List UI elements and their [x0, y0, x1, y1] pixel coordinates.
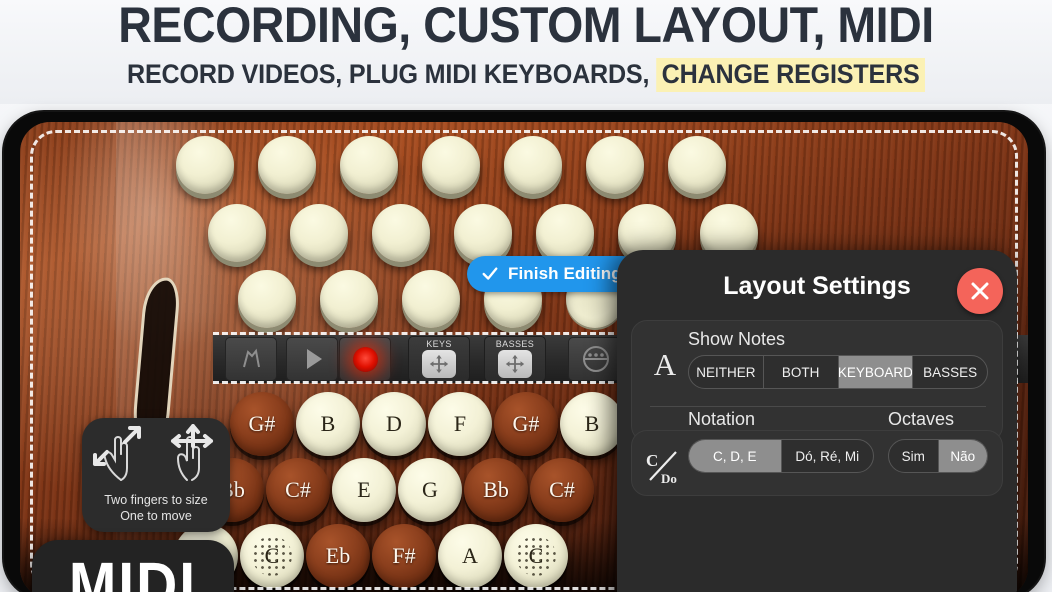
note-button-label: C# — [285, 477, 311, 502]
bass-button[interactable] — [536, 204, 594, 262]
show-notes-option-3[interactable]: BASSES — [913, 356, 987, 388]
midi-label: MIDI — [68, 549, 198, 592]
note-button-label: A — [462, 543, 478, 568]
bass-button[interactable] — [258, 136, 316, 194]
c-do-notation-icon: C Do — [642, 447, 688, 492]
octaves-option-0[interactable]: Sim — [889, 440, 939, 472]
note-button-Csharp[interactable]: C# — [530, 458, 594, 522]
bass-button[interactable] — [422, 136, 480, 194]
notation-segmented-control[interactable]: C, D, E Dó, Ré, Mi — [688, 439, 874, 473]
note-button-label: F# — [392, 543, 416, 568]
bass-button[interactable] — [586, 136, 644, 194]
show-notes-label: Show Notes — [688, 329, 786, 349]
note-button-B[interactable]: B — [560, 392, 624, 456]
finish-editing-label: Finish Editing — [508, 264, 622, 283]
layout-settings-dialog: Layout Settings A Show Notes NEITHER BOTH… — [617, 250, 1017, 592]
note-button-label: C — [528, 543, 544, 568]
note-button-label: G# — [248, 411, 276, 436]
card-divider — [650, 406, 986, 407]
one-finger-to-move-icon — [171, 424, 213, 481]
show-notes-option-0[interactable]: NEITHER — [689, 356, 764, 388]
show-notes-option-2[interactable]: KEYBOARD — [838, 356, 914, 388]
subtitle-wrap: RECORD VIDEOS, PLUG MIDI KEYBOARDS, CHAN… — [0, 58, 1052, 92]
gesture-hint-card: Two fingers to size One to move — [82, 418, 230, 532]
page-subtitle: RECORD VIDEOS, PLUG MIDI KEYBOARDS, CHAN… — [126, 58, 926, 92]
note-button-label: D — [386, 411, 402, 436]
note-button-Gsharp[interactable]: G# — [230, 392, 294, 456]
bass-button[interactable] — [454, 204, 512, 262]
note-button-D[interactable]: D — [362, 392, 426, 456]
note-button-Eb[interactable]: Eb — [306, 524, 370, 588]
letter-a-icon: A — [653, 347, 677, 382]
octaves-option-1[interactable]: Não — [938, 440, 987, 472]
marketing-header: RECORDING, CUSTOM LAYOUT, MIDI RECORD VI… — [0, 0, 1052, 104]
bass-button[interactable] — [208, 204, 266, 262]
note-button-F[interactable]: F — [428, 392, 492, 456]
notation-option-0[interactable]: C, D, E — [689, 440, 782, 472]
show-notes-option-1[interactable]: BOTH — [764, 356, 839, 388]
finish-editing-button[interactable]: Finish Editing — [467, 256, 640, 292]
note-button-label: Bb — [483, 477, 509, 502]
phone-frame: KEYS BASSES G# B D F G# B Bb C# E G Bb C… — [4, 112, 1044, 592]
note-button-label: Eb — [325, 543, 351, 568]
note-button-label: G — [422, 477, 438, 502]
note-button-label: G# — [512, 411, 540, 436]
note-button-C[interactable]: C — [504, 524, 568, 588]
note-button-A[interactable]: A — [438, 524, 502, 588]
note-button-label: C — [264, 543, 280, 568]
note-button-Csharp[interactable]: C# — [266, 458, 330, 522]
note-button-C[interactable]: C — [240, 524, 304, 588]
bass-button[interactable] — [668, 136, 726, 194]
note-button-E[interactable]: E — [332, 458, 396, 522]
bass-button[interactable] — [290, 204, 348, 262]
screenshot-root: RECORDING, CUSTOM LAYOUT, MIDI RECORD VI… — [0, 0, 1052, 592]
bass-button[interactable] — [372, 204, 430, 262]
note-button-label: F — [453, 411, 467, 436]
bass-button[interactable] — [340, 136, 398, 194]
close-icon — [971, 282, 989, 300]
page-title: RECORDING, CUSTOM LAYOUT, MIDI — [118, 0, 934, 53]
octaves-label: Octaves — [888, 409, 955, 429]
gesture-hint-line1: Two fingers to size — [104, 493, 208, 507]
note-button-Bb[interactable]: Bb — [464, 458, 528, 522]
svg-text:C: C — [646, 451, 658, 470]
note-button-Fsharp[interactable]: F# — [372, 524, 436, 588]
note-button-label: B — [584, 411, 600, 436]
bass-button[interactable] — [504, 136, 562, 194]
notation-settings-card: C Do Notation Octaves C, D, E Dó, Ré, Mi … — [631, 409, 1003, 496]
phone-screen: KEYS BASSES G# B D F G# B Bb C# E G Bb C… — [20, 122, 1028, 592]
bass-button[interactable] — [320, 270, 378, 328]
bass-button[interactable] — [176, 136, 234, 194]
gesture-hint-line2: One to move — [120, 509, 192, 523]
subtitle-highlight: CHANGE REGISTERS — [655, 58, 926, 92]
notation-option-1[interactable]: Dó, Ré, Mi — [782, 440, 874, 472]
octaves-segmented-control[interactable]: Sim Não — [888, 439, 988, 473]
pinch-to-resize-icon — [93, 426, 141, 481]
note-button-label: C# — [549, 477, 575, 502]
bass-button[interactable] — [402, 270, 460, 328]
note-button-label: E — [357, 477, 371, 502]
show-notes-segmented-control[interactable]: NEITHER BOTH KEYBOARD BASSES — [688, 355, 988, 389]
note-button-G[interactable]: G — [398, 458, 462, 522]
gesture-icons — [82, 424, 230, 484]
c-over-do-icon: C Do — [646, 451, 677, 486]
note-button-B[interactable]: B — [296, 392, 360, 456]
notation-label: Notation — [688, 409, 756, 429]
note-button-label: B — [320, 411, 336, 436]
subtitle-plain: RECORD VIDEOS, PLUG MIDI KEYBOARDS, — [126, 59, 650, 89]
bass-button[interactable] — [238, 270, 296, 328]
svg-text:Do: Do — [661, 471, 677, 486]
gesture-hint-text: Two fingers to size One to move — [82, 492, 230, 524]
midi-badge: MIDI — [32, 540, 234, 592]
check-icon — [482, 267, 498, 280]
note-button-Gsharp[interactable]: G# — [494, 392, 558, 456]
close-dialog-button[interactable] — [957, 268, 1003, 314]
